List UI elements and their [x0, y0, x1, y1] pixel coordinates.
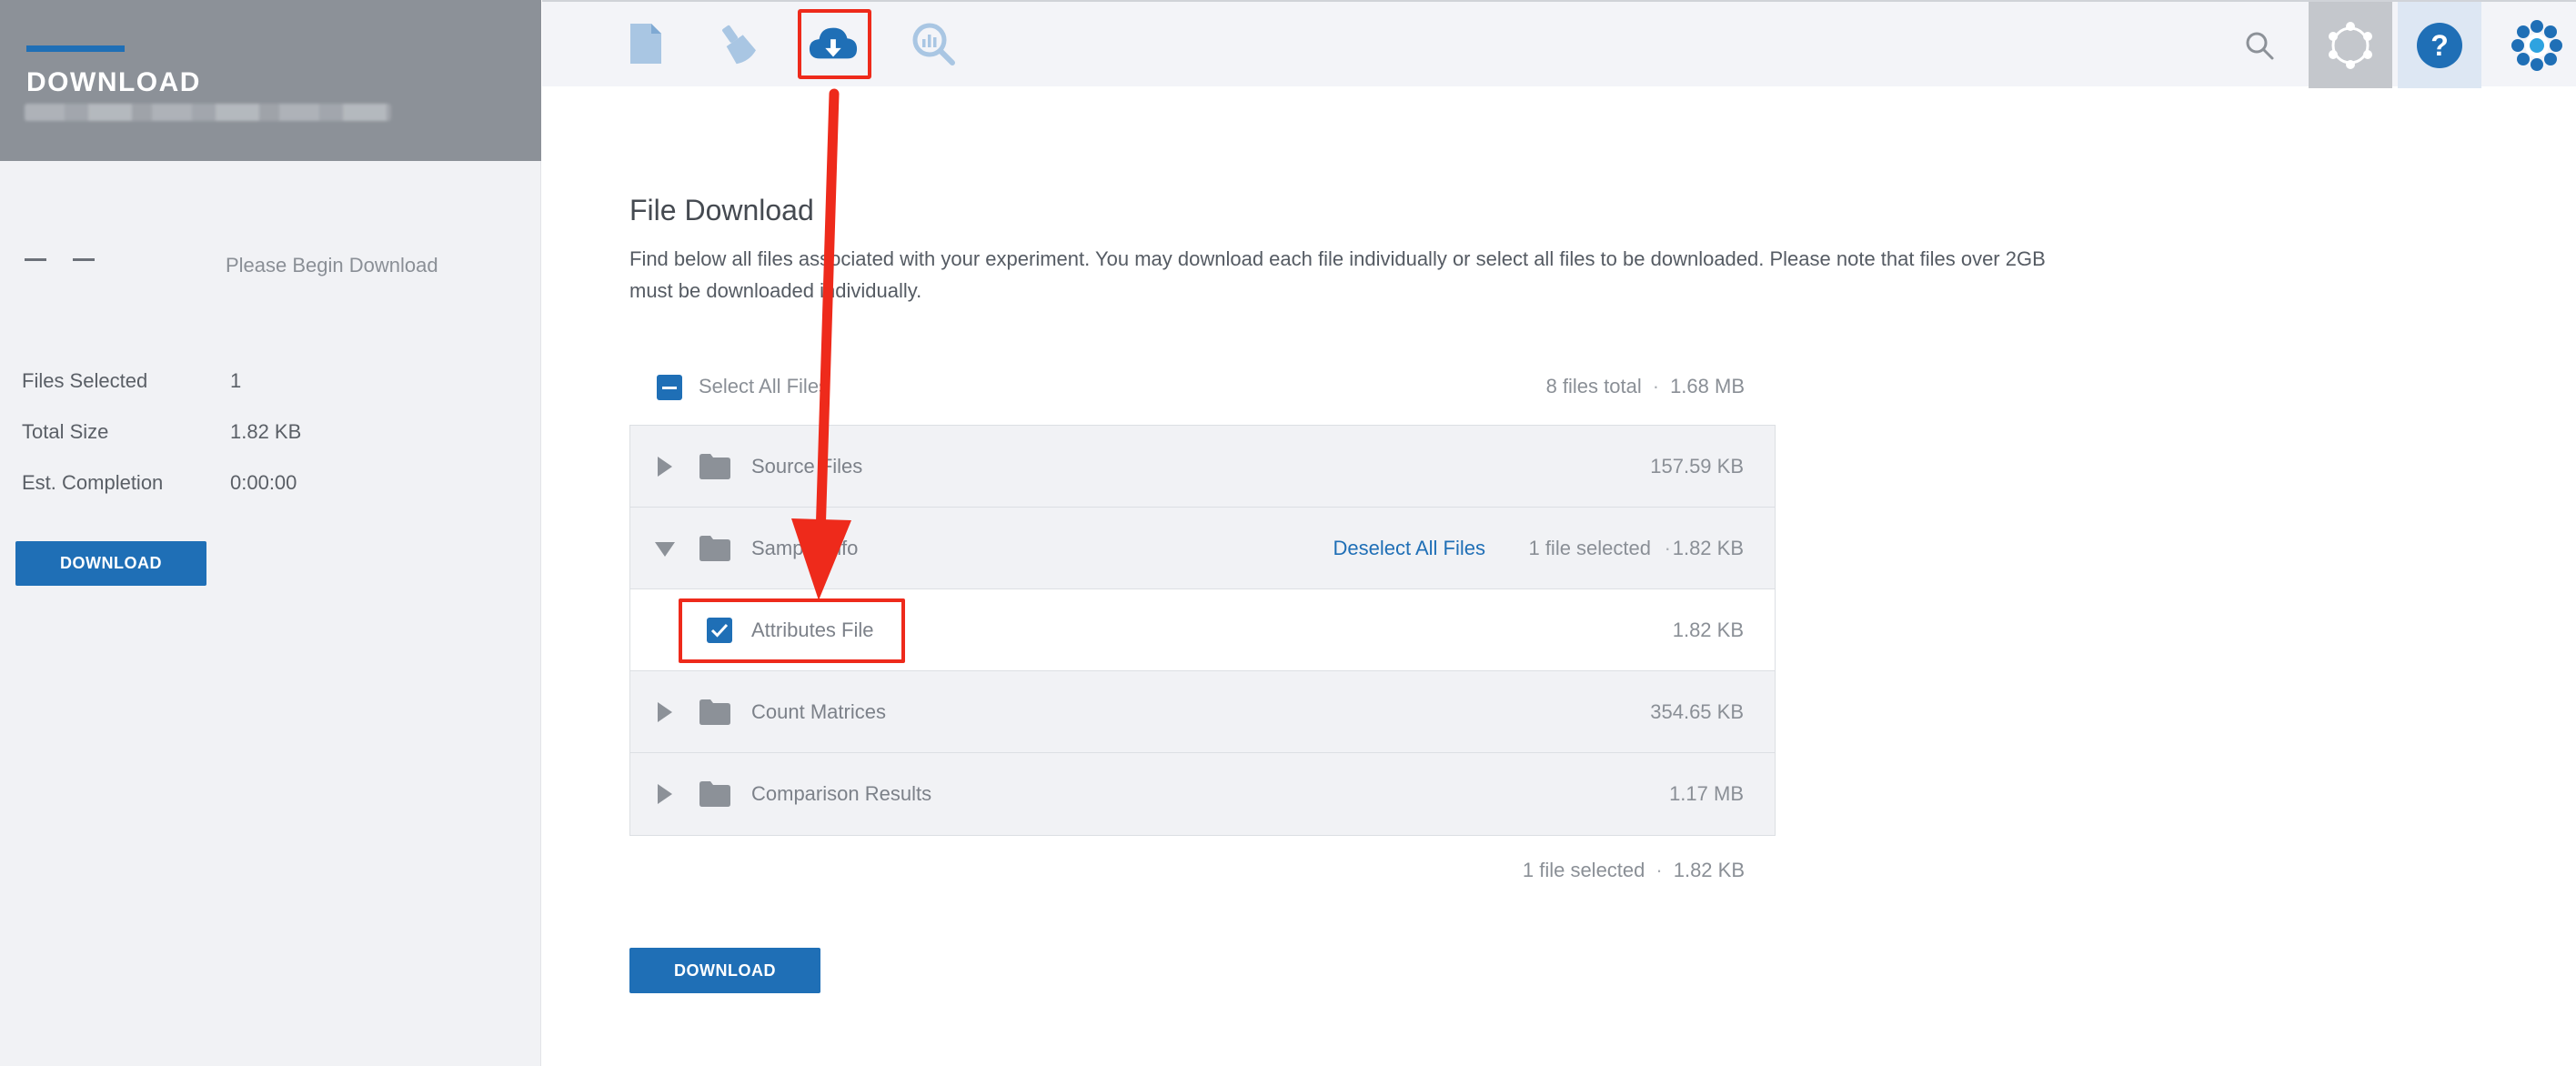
- folder-row-count-matrices[interactable]: Count Matrices 354.65 KB: [630, 671, 1775, 753]
- sidebar-title: DOWNLOAD: [26, 67, 201, 97]
- caret-right-icon[interactable]: [658, 784, 672, 804]
- folder-row-comparison-results[interactable]: Comparison Results 1.17 MB: [630, 753, 1775, 835]
- document-icon[interactable]: [620, 18, 671, 69]
- sidebar-header: DOWNLOAD: [0, 0, 541, 161]
- caret-down-icon[interactable]: [655, 542, 675, 557]
- sidebar-download-button[interactable]: DOWNLOAD: [15, 541, 206, 586]
- caret-right-icon[interactable]: [658, 702, 672, 722]
- download-status-text: Please Begin Download: [226, 254, 438, 277]
- deselect-all-files-link[interactable]: Deselect All Files: [1333, 537, 1485, 560]
- select-all-row: Select All Files 8 files total · 1.68 MB: [629, 359, 1776, 416]
- folder-size: 1.82 KB: [1672, 537, 1744, 559]
- folder-size: 354.65 KB: [1650, 700, 1744, 723]
- sidebar-subtitle-redacted: [25, 104, 391, 121]
- selection-summary-text: 1 file selected · 1.82 KB: [1523, 859, 1745, 882]
- folder-icon: [699, 699, 730, 725]
- folder-icon: [699, 536, 730, 561]
- folder-label: Comparison Results: [751, 782, 932, 805]
- selection-summary: 1 file selected · 1.82 KB: [629, 859, 1776, 886]
- folder-label: Sample Info: [751, 537, 859, 559]
- svg-text:?: ?: [2430, 29, 2449, 62]
- progress-dash: [25, 258, 46, 261]
- folder-size: 1.17 MB: [1669, 782, 1744, 805]
- sidebar: DOWNLOAD Please Begin Download Files Sel…: [0, 0, 541, 1066]
- analysis-search-icon[interactable]: [908, 18, 959, 69]
- total-summary: 8 files total · 1.68 MB: [1546, 375, 1745, 398]
- est-completion-label: Est. Completion: [22, 471, 164, 494]
- folder-row-source-files[interactable]: Source Files 157.59 KB: [630, 426, 1775, 508]
- file-size: 1.82 KB: [1672, 618, 1744, 641]
- est-completion-value: 0:00:00: [230, 471, 297, 494]
- download-button[interactable]: DOWNLOAD: [629, 948, 820, 993]
- total-size-value: 1.82 KB: [230, 420, 302, 443]
- folder-label: Source Files: [751, 455, 863, 478]
- select-all-label[interactable]: Select All Files: [699, 375, 829, 398]
- page-description: Find below all files associated with you…: [629, 247, 2046, 302]
- search-icon[interactable]: [2223, 2, 2296, 88]
- active-tab-annotation: [798, 9, 871, 79]
- help-icon[interactable]: ?: [2398, 2, 2481, 88]
- folder-selected-count: 1 file selected: [1528, 537, 1651, 559]
- page-title: File Download: [629, 194, 814, 226]
- separator-dot: ·: [1652, 375, 1660, 397]
- folder-icon: [699, 781, 730, 807]
- file-tree: Source Files 157.59 KB Sample Info Desel…: [629, 425, 1776, 836]
- indeterminate-dash-icon: [662, 386, 677, 389]
- selected-size: 1.82 KB: [1673, 859, 1745, 881]
- attributes-file-annotation: [679, 598, 905, 663]
- caret-right-icon[interactable]: [658, 457, 672, 477]
- flask-icon[interactable]: [711, 18, 762, 69]
- folder-label: Count Matrices: [751, 700, 886, 723]
- separator-dot: ·: [1664, 537, 1671, 559]
- top-toolbar: ?: [542, 0, 2576, 88]
- folder-row-sample-info[interactable]: Sample Info Deselect All Files 1 file se…: [630, 508, 1775, 589]
- selected-count: 1 file selected: [1522, 859, 1645, 881]
- select-all-checkbox[interactable]: [657, 375, 682, 400]
- folder-icon: [699, 454, 730, 479]
- files-selected-value: 1: [230, 369, 242, 392]
- total-size-label: Total Size: [22, 420, 109, 443]
- logo-icon[interactable]: [2498, 2, 2576, 88]
- settings-network-icon[interactable]: [2309, 2, 2392, 88]
- progress-dash: [73, 258, 95, 261]
- files-selected-label: Files Selected: [22, 369, 148, 392]
- total-files-size: 1.68 MB: [1670, 375, 1745, 397]
- separator-dot: ·: [1655, 859, 1663, 881]
- folder-size: 157.59 KB: [1650, 455, 1744, 478]
- total-files-count: 8 files total: [1545, 375, 1642, 397]
- sidebar-accent-bar: [26, 45, 125, 52]
- file-row-attributes[interactable]: Attributes File 1.82 KB: [630, 589, 1775, 671]
